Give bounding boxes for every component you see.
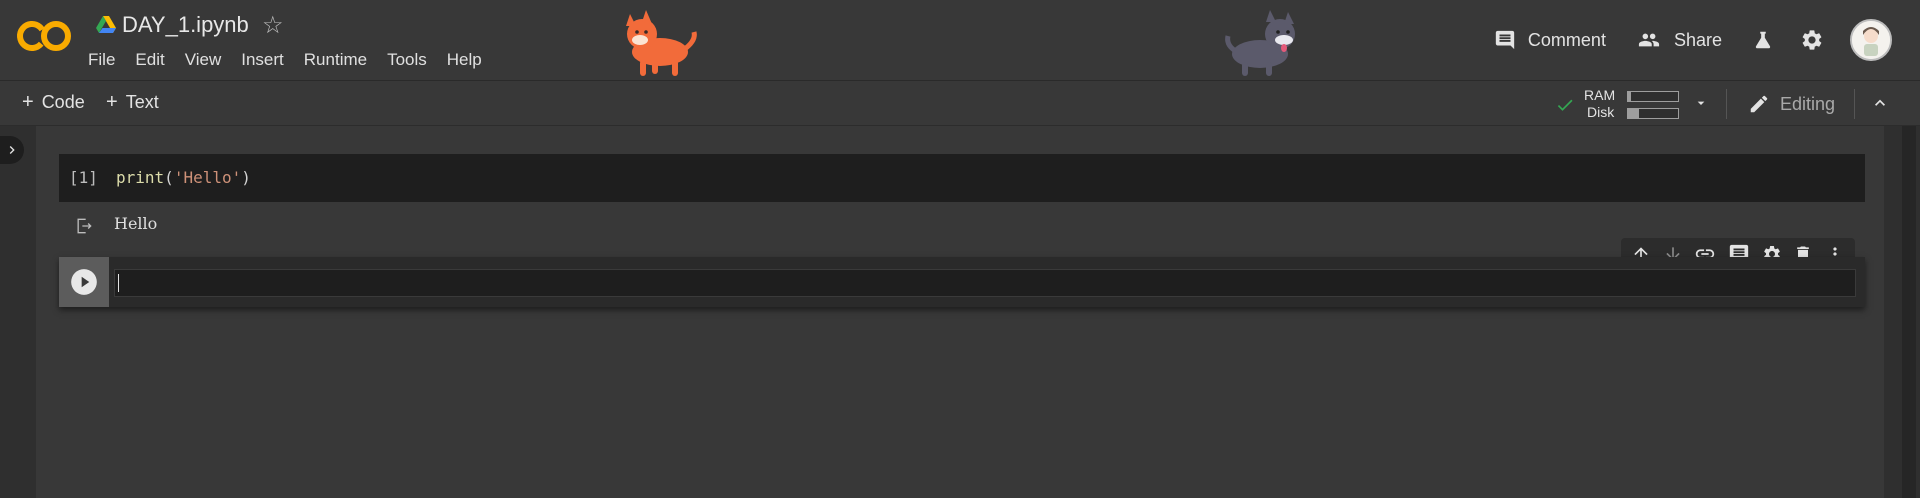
divider	[1726, 89, 1727, 119]
add-text-button[interactable]: + Text	[106, 91, 159, 114]
menu-tools[interactable]: Tools	[387, 50, 427, 70]
menu-runtime[interactable]: Runtime	[304, 50, 367, 70]
drive-icon	[96, 16, 116, 34]
code-cell[interactable]: [1] print('Hello')	[59, 154, 1865, 202]
code-paren-close: )	[241, 168, 251, 187]
share-button[interactable]: Share	[1636, 29, 1722, 51]
colab-logo[interactable]	[16, 18, 72, 54]
chevron-down-icon[interactable]	[1693, 95, 1709, 116]
play-icon	[71, 269, 97, 295]
people-icon	[1638, 33, 1660, 47]
code-cell-active[interactable]	[59, 257, 1865, 307]
ram-bar	[1627, 91, 1679, 102]
disk-label: Disk	[1587, 104, 1615, 120]
menu-edit[interactable]: Edit	[135, 50, 164, 70]
corgi-icon	[1216, 4, 1312, 85]
add-code-label: Code	[41, 92, 85, 112]
pencil-icon	[1750, 95, 1768, 113]
add-text-label: Text	[125, 92, 159, 112]
menu-view[interactable]: View	[185, 50, 222, 70]
menu-file[interactable]: File	[88, 50, 115, 70]
editing-mode-button[interactable]: Editing	[1748, 93, 1835, 115]
ram-bar-fill	[1628, 92, 1631, 101]
corgi-icon	[612, 4, 708, 85]
chevron-up-icon[interactable]	[1870, 93, 1890, 118]
disk-bar-fill	[1628, 109, 1639, 118]
app-header: DAY_1.ipynb ☆ File Edit View Insert Runt…	[0, 0, 1920, 81]
labs-flask-icon[interactable]	[1752, 29, 1774, 51]
left-gutter	[0, 126, 36, 498]
settings-gear-icon[interactable]	[1800, 28, 1824, 52]
avatar[interactable]	[1850, 19, 1892, 61]
share-label: Share	[1673, 29, 1722, 50]
output-exit-icon[interactable]	[74, 216, 94, 241]
text-cursor	[118, 274, 119, 292]
execution-count: [1]	[69, 168, 98, 187]
run-cell-button[interactable]	[59, 257, 109, 307]
editing-label: Editing	[1780, 93, 1836, 114]
menu-insert[interactable]: Insert	[241, 50, 284, 70]
scrollbar[interactable]	[1902, 126, 1916, 498]
ram-label: RAM	[1584, 87, 1616, 103]
plus-icon: +	[106, 91, 118, 113]
code-editor[interactable]	[114, 269, 1856, 297]
code-text[interactable]: print('Hello')	[116, 168, 251, 187]
code-function: print	[116, 168, 165, 187]
code-string: 'Hello'	[173, 168, 242, 187]
header-actions: Comment Share	[1494, 19, 1920, 61]
comment-label: Comment	[1527, 29, 1606, 50]
add-code-button[interactable]: + Code	[22, 91, 85, 114]
cell-output: Hello	[114, 214, 158, 233]
star-icon[interactable]: ☆	[262, 11, 284, 40]
notebook-toolbar: + Code + Text RAM Disk Editing	[0, 81, 1920, 126]
plus-icon: +	[22, 91, 34, 113]
resources-indicator[interactable]: RAM Disk	[1555, 85, 1685, 121]
comment-button[interactable]: Comment	[1494, 29, 1606, 51]
disk-bar	[1627, 108, 1679, 119]
notebook-title[interactable]: DAY_1.ipynb	[122, 12, 249, 38]
menu-bar: File Edit View Insert Runtime Tools Help	[88, 50, 502, 70]
divider	[1854, 89, 1855, 119]
check-icon	[1557, 99, 1573, 111]
comment-icon	[1495, 30, 1515, 50]
menu-help[interactable]: Help	[447, 50, 482, 70]
code-paren-open: (	[164, 168, 174, 187]
